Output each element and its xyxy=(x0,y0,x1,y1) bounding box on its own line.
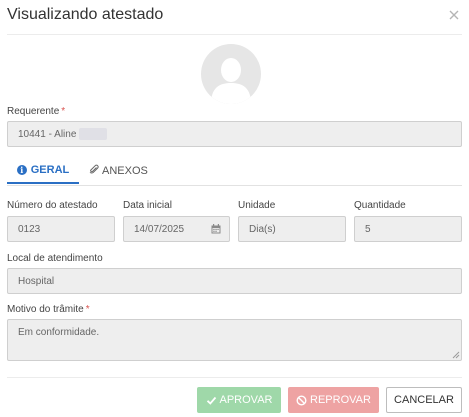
tab-geral[interactable]: i GERAL xyxy=(7,158,79,184)
motivo-value: Em conformidade. xyxy=(18,327,100,338)
tab-anexos[interactable]: ANEXOS xyxy=(89,158,148,184)
check-icon xyxy=(206,395,217,406)
unidade-value: Dia(s) xyxy=(249,223,276,235)
reject-button[interactable]: REPROVAR xyxy=(288,387,379,413)
resize-handle-icon[interactable] xyxy=(452,351,460,359)
unidade-label: Unidade xyxy=(238,200,276,211)
approve-label: APROVAR xyxy=(219,394,273,406)
requerente-field[interactable]: 10441 - Aline xyxy=(7,121,462,147)
paperclip-icon xyxy=(89,164,99,178)
local-label: Local de atendimento xyxy=(7,253,103,264)
data-inicial-field[interactable]: 14/07/2025 xyxy=(123,216,203,242)
tabs-divider xyxy=(7,185,462,186)
data-inicial-label: Data inicial xyxy=(123,200,172,211)
numero-field[interactable]: 0123 xyxy=(7,216,115,242)
required-marker: * xyxy=(85,304,90,315)
quantidade-value: 5 xyxy=(365,223,371,235)
cancel-button[interactable]: CANCELAR xyxy=(386,387,462,413)
local-field[interactable]: Hospital xyxy=(7,268,462,294)
requerente-label: Requerente * xyxy=(7,106,66,117)
unidade-field[interactable]: Dia(s) xyxy=(238,216,346,242)
motivo-label: Motivo do trâmite * xyxy=(7,304,90,315)
required-marker: * xyxy=(61,106,66,117)
user-placeholder-icon xyxy=(211,58,251,104)
ban-icon xyxy=(296,394,307,406)
numero-label: Número do atestado xyxy=(7,200,98,211)
numero-value: 0123 xyxy=(18,223,41,235)
local-value: Hospital xyxy=(18,275,55,287)
close-icon[interactable] xyxy=(447,8,461,22)
cancel-label: CANCELAR xyxy=(394,394,454,406)
requerente-value: 10441 - Aline xyxy=(18,128,77,140)
quantidade-field[interactable]: 5 xyxy=(354,216,462,242)
reject-label: REPROVAR xyxy=(310,394,371,406)
calendar-icon xyxy=(211,224,220,234)
header-divider xyxy=(7,34,462,35)
quantidade-label: Quantidade xyxy=(354,200,406,211)
tab-anexos-label: ANEXOS xyxy=(102,165,148,177)
motivo-textarea[interactable]: Em conformidade. xyxy=(7,319,462,361)
approve-button[interactable]: APROVAR xyxy=(197,387,281,413)
modal-title: Visualizando atestado xyxy=(7,6,164,23)
info-icon: i xyxy=(16,165,27,175)
calendar-button[interactable] xyxy=(202,216,230,242)
modal-header: Visualizando atestado xyxy=(0,0,469,34)
footer-divider xyxy=(7,377,462,378)
data-inicial-value: 14/07/2025 xyxy=(134,223,185,235)
redacted-block xyxy=(79,128,108,140)
tab-geral-label: GERAL xyxy=(30,164,70,176)
avatar xyxy=(201,44,261,104)
